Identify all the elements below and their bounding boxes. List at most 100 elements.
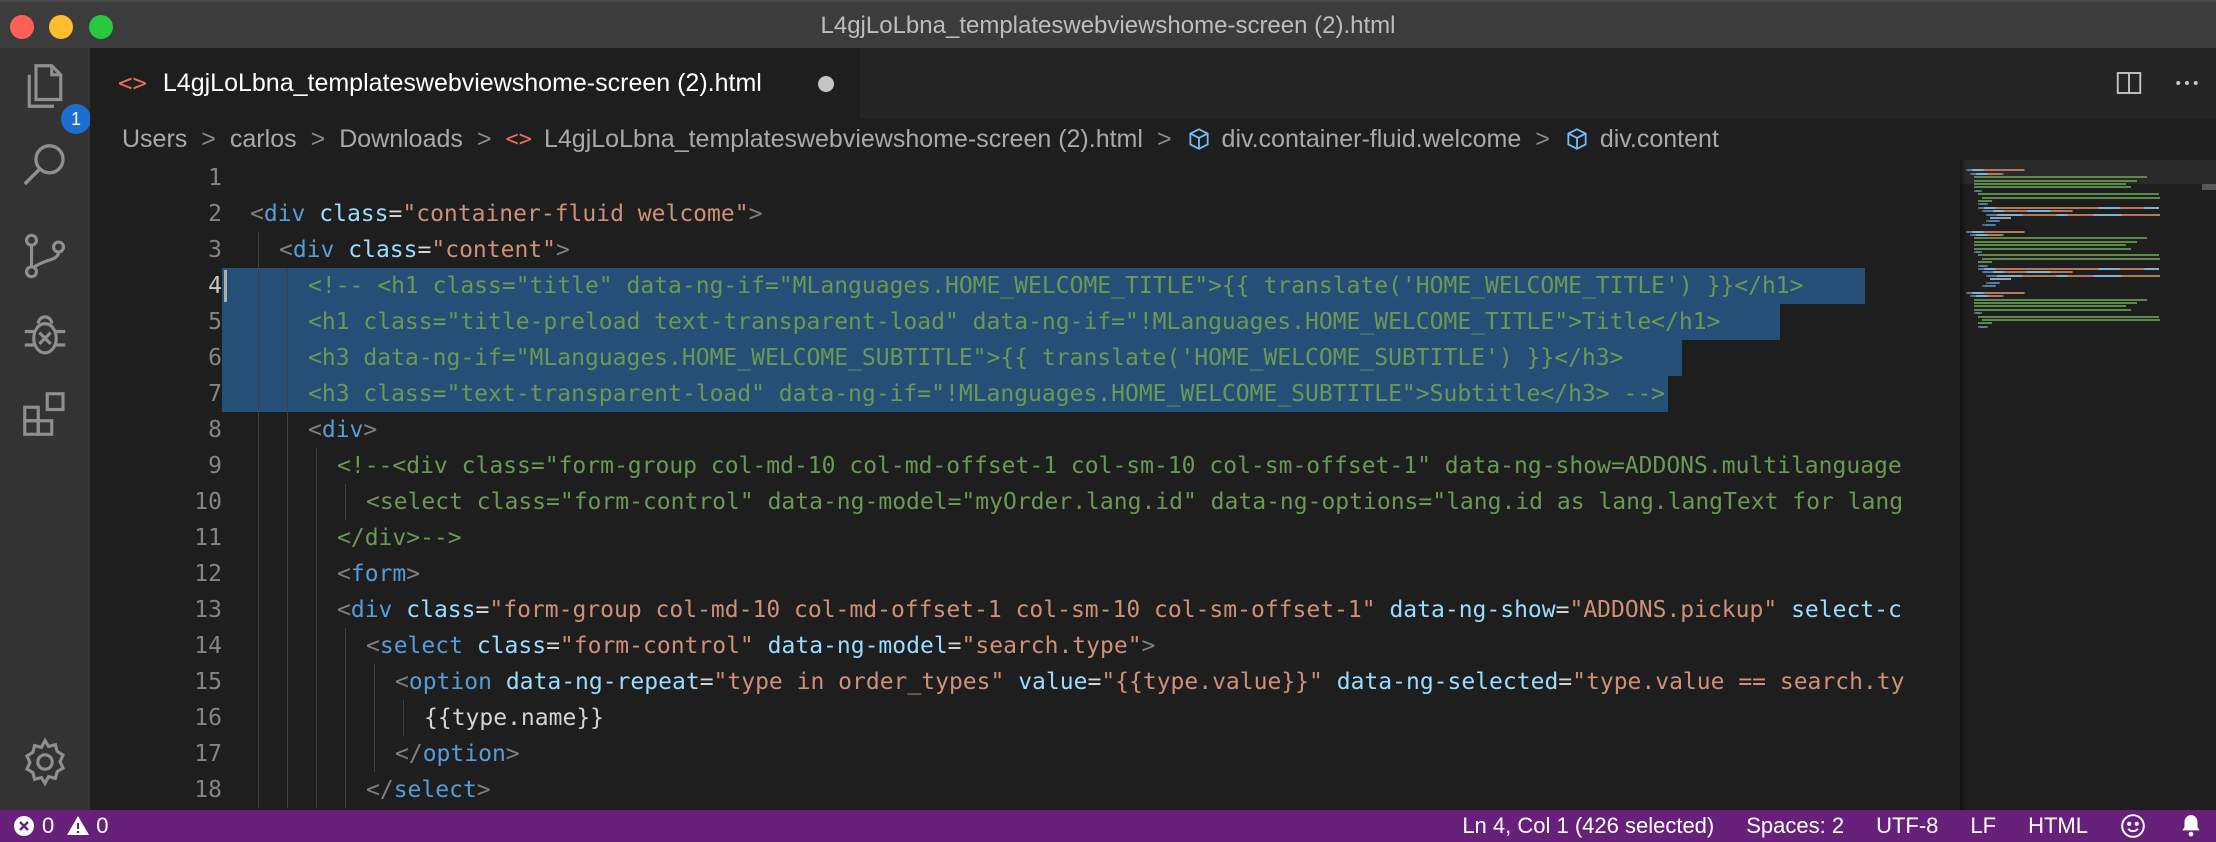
indent-guide — [316, 592, 317, 628]
code-line[interactable]: <h3 class="text-transparent-load" data-n… — [308, 376, 1665, 412]
minimap-line — [1974, 305, 2126, 308]
code-token: = — [1087, 669, 1102, 695]
indent-guide — [316, 520, 317, 556]
minimap-line — [1987, 295, 2002, 298]
indent-guide — [316, 448, 317, 484]
editor-tab[interactable]: <> L4gjLoLbna_templateswebviewshome-scre… — [90, 48, 860, 118]
code-token: select — [393, 777, 477, 803]
indent-guide — [316, 556, 317, 592]
smiley-icon[interactable] — [2120, 813, 2146, 839]
indent-guide — [287, 772, 288, 808]
minimap-line — [1978, 261, 1993, 264]
minimap-line — [1994, 223, 1997, 226]
explorer-icon[interactable]: 1 — [13, 54, 91, 134]
code-line[interactable]: <form> — [337, 556, 420, 592]
problems-indicator[interactable]: 0 0 — [12, 813, 109, 839]
breadcrumb-item-container[interactable]: div.container-fluid.welcome — [1222, 125, 1522, 154]
code-line[interactable]: </div>--> — [337, 520, 462, 556]
code-token: select-c — [1791, 597, 1902, 623]
code-line[interactable]: <select class="form-control" data-ng-mod… — [366, 628, 1155, 664]
indent-guide — [287, 520, 288, 556]
minimap-line — [2050, 271, 2072, 274]
settings-gear-icon[interactable] — [13, 730, 77, 794]
indent-guide — [258, 376, 259, 412]
source-control-icon[interactable] — [13, 224, 77, 288]
minimap-line — [1974, 186, 2131, 189]
code-token: = — [546, 633, 560, 659]
code-token: class — [406, 597, 476, 623]
minimap-line — [2094, 274, 2121, 277]
minimap-line — [2122, 274, 2161, 277]
encoding[interactable]: UTF-8 — [1876, 813, 1938, 839]
code-line[interactable]: <div class="container-fluid welcome"> — [250, 196, 762, 232]
minimap-line — [1989, 281, 1999, 284]
minimap-line — [1974, 244, 2126, 247]
code-token: <h3 data-ng-if="MLanguages.HOME_WELCOME_… — [308, 345, 1624, 371]
minimap-line — [1994, 271, 2003, 274]
code-line[interactable]: <div class="form-group col-md-10 col-md-… — [337, 592, 1902, 628]
minimap-line — [1990, 278, 2011, 281]
code-line[interactable]: <!--<div class="form-group col-md-10 col… — [337, 448, 1902, 484]
minimap-line — [1987, 172, 2002, 175]
split-editor-icon[interactable] — [2100, 54, 2158, 112]
code-token: </div>--> — [337, 525, 462, 551]
code-line[interactable]: </select> — [366, 772, 491, 808]
breadcrumb-separator: > — [1156, 124, 1172, 153]
extensions-icon[interactable] — [13, 382, 77, 446]
line-number: 7 — [208, 381, 222, 407]
code-token: select — [379, 633, 463, 659]
code-line[interactable]: </option> — [395, 736, 520, 772]
breadcrumb-item-carlos[interactable]: carlos — [230, 125, 297, 154]
breadcrumb-item-content[interactable]: div.content — [1600, 125, 1719, 154]
code-area[interactable]: <div class="container-fluid welcome"> <di… — [222, 160, 1960, 810]
line-number: 4 — [208, 273, 222, 299]
code-line[interactable]: <div class="content"> — [279, 232, 570, 268]
debug-icon[interactable] — [13, 304, 77, 368]
indent-guide — [258, 304, 259, 340]
breadcrumb-item-users[interactable]: Users — [122, 125, 187, 154]
minimap-line — [1998, 281, 2001, 284]
code-line[interactable]: <h3 data-ng-if="MLanguages.HOME_WELCOME_… — [308, 340, 1623, 376]
cursor-position[interactable]: Ln 4, Col 1 (426 selected) — [1462, 813, 1714, 839]
code-token: data-ng-repeat — [505, 669, 700, 695]
indentation[interactable]: Spaces: 2 — [1746, 813, 1844, 839]
code-token: > — [505, 741, 520, 767]
minimap[interactable] — [1960, 160, 2216, 810]
more-actions-icon[interactable] — [2158, 54, 2216, 112]
minimap-line — [2023, 169, 2026, 172]
indent-guide — [345, 700, 346, 736]
unsaved-dot-icon[interactable] — [818, 76, 834, 92]
code-token: > — [1141, 633, 1156, 659]
scrollbar-thumb[interactable] — [2202, 184, 2216, 190]
code-line[interactable]: <div> — [308, 412, 377, 448]
minimap-line — [1998, 213, 2022, 216]
minimap-line — [2067, 213, 2094, 216]
minimap-line — [1980, 312, 1982, 315]
minimap-line — [1978, 295, 1986, 298]
code-line[interactable]: <option data-ng-repeat="type in order_ty… — [395, 664, 1905, 700]
code-line[interactable]: {{type.name}} — [424, 700, 604, 736]
indent-guide — [287, 556, 288, 592]
code-editor[interactable]: 1 2 3 4 5 6 7 8 9 10 11 12 13 14 15 16 17 18 <div class="… — [90, 160, 1960, 810]
line-number: 15 — [194, 669, 222, 695]
indent-guide — [287, 664, 288, 700]
end-of-line[interactable]: LF — [1970, 813, 1996, 839]
indent-guide — [316, 700, 317, 736]
minimap-line — [1978, 234, 1986, 236]
indent-guide — [345, 736, 346, 772]
explorer-badge: 1 — [61, 104, 91, 134]
minimap-line — [1994, 210, 2003, 213]
code-line[interactable]: <select class="form-control" data-ng-mod… — [366, 484, 1903, 520]
minimap-shadow — [1960, 160, 1966, 810]
language-mode[interactable]: HTML — [2028, 813, 2088, 839]
bell-icon[interactable] — [2178, 813, 2204, 839]
code-token: < — [337, 561, 351, 587]
code-token: </ — [366, 777, 394, 803]
breadcrumb-item-file[interactable]: L4gjLoLbna_templateswebviewshome-screen … — [544, 125, 1143, 154]
code-line[interactable]: <!-- <h1 class="title" data-ng-if="MLang… — [308, 268, 1804, 304]
code-line[interactable]: <h1 class="title-preload text-transparen… — [308, 304, 1720, 340]
breadcrumb-item-downloads[interactable]: Downloads — [339, 125, 463, 154]
line-number-gutter: 1 2 3 4 5 6 7 8 9 10 11 12 13 14 15 16 17 18 — [90, 160, 222, 810]
search-icon[interactable] — [13, 134, 77, 198]
